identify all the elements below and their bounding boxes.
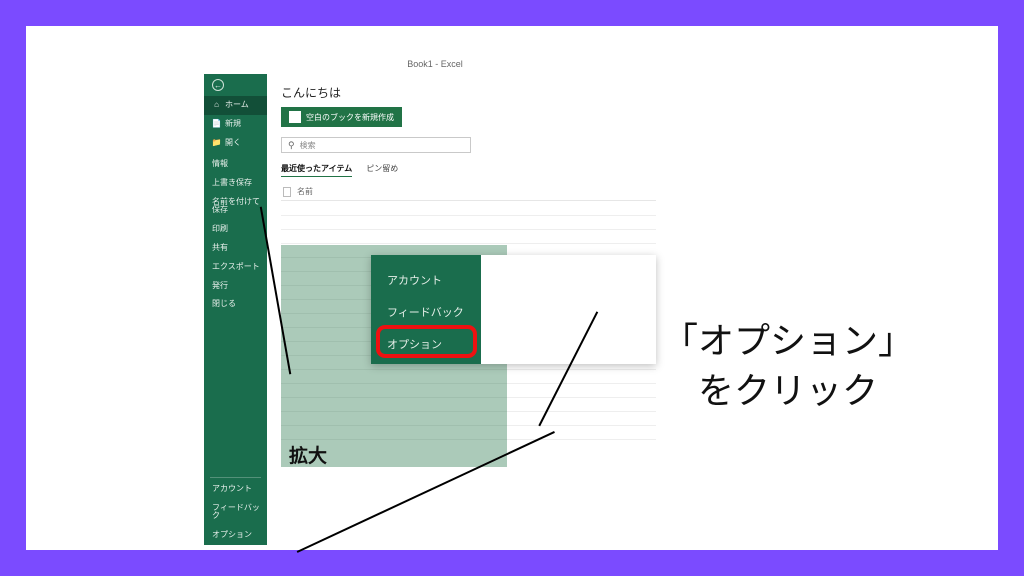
sidebar-item-share[interactable]: 共有 bbox=[204, 239, 267, 258]
folder-icon: 📁 bbox=[212, 139, 221, 148]
sidebar-label: 名前を付けて保存 bbox=[212, 198, 261, 216]
sidebar-label: 情報 bbox=[212, 160, 228, 169]
zoom-label: 拡大 bbox=[289, 441, 327, 468]
sidebar-item-save-as[interactable]: 名前を付けて保存 bbox=[204, 193, 267, 221]
sidebar-item-new[interactable]: 📄 新規 bbox=[204, 115, 267, 134]
sidebar-label: 発行 bbox=[212, 282, 228, 291]
window-title: Book1 - Excel bbox=[407, 59, 463, 69]
sidebar-label: 閉じる bbox=[212, 300, 236, 309]
sidebar-item-open[interactable]: 📁 開く bbox=[204, 134, 267, 153]
sidebar-label: ホーム bbox=[225, 101, 249, 110]
home-icon: ⌂ bbox=[212, 101, 221, 110]
sidebar-item-options[interactable]: オプション bbox=[204, 526, 267, 545]
title-bar: Book1 - Excel bbox=[204, 56, 666, 74]
list-item[interactable] bbox=[281, 202, 656, 216]
document-icon bbox=[283, 187, 291, 197]
sidebar-label: 上書き保存 bbox=[212, 179, 252, 188]
recent-tabs: 最近使ったアイテム ピン留め bbox=[281, 163, 656, 177]
annotation-text: 「オプション」 をクリック bbox=[662, 316, 914, 417]
sidebar-item-print[interactable]: 印刷 bbox=[204, 220, 267, 239]
new-blank-label: 空白のブックを新規作成 bbox=[306, 112, 394, 123]
tab-recent[interactable]: 最近使ったアイテム bbox=[281, 163, 352, 177]
popup-sidebar: アカウント フィードバック オプション bbox=[371, 255, 481, 364]
back-arrow-icon: ← bbox=[212, 79, 224, 91]
list-item[interactable] bbox=[281, 216, 656, 230]
sidebar-item-publish[interactable]: 発行 bbox=[204, 277, 267, 296]
sidebar-item-export[interactable]: エクスポート bbox=[204, 258, 267, 277]
sidebar-label: 共有 bbox=[212, 244, 228, 253]
popup-body bbox=[481, 255, 656, 364]
sidebar-label: 開く bbox=[225, 139, 241, 148]
search-placeholder: 検索 bbox=[300, 140, 316, 151]
sidebar-item-save[interactable]: 上書き保存 bbox=[204, 174, 267, 193]
list-header: 名前 bbox=[281, 183, 656, 201]
tutorial-frame: Book1 - Excel ← ⌂ ホーム 📄 新規 📁 開く 情報 上書き保存… bbox=[26, 26, 998, 550]
search-input[interactable]: ⚲ 検索 bbox=[281, 137, 471, 153]
sidebar-label: 新規 bbox=[225, 120, 241, 129]
sidebar-label: アカウント bbox=[212, 485, 252, 494]
tab-pinned[interactable]: ピン留め bbox=[366, 163, 398, 177]
search-icon: ⚲ bbox=[288, 140, 295, 151]
new-blank-button[interactable]: 空白のブックを新規作成 bbox=[281, 107, 402, 127]
new-icon: 📄 bbox=[212, 120, 221, 129]
sidebar-label: エクスポート bbox=[212, 263, 260, 272]
sidebar-label: フィードバック bbox=[212, 504, 261, 522]
sidebar-item-home[interactable]: ⌂ ホーム bbox=[204, 96, 267, 115]
sidebar-divider bbox=[210, 477, 261, 478]
sidebar-item-account[interactable]: アカウント bbox=[204, 480, 267, 499]
sidebar-item-close[interactable]: 閉じる bbox=[204, 295, 267, 314]
popup-item-options[interactable]: オプション bbox=[371, 328, 481, 360]
popup-item-account[interactable]: アカウント bbox=[371, 264, 481, 296]
sidebar-label: 印刷 bbox=[212, 225, 228, 234]
column-name: 名前 bbox=[297, 186, 313, 197]
annotation-line2: をクリック bbox=[662, 366, 914, 416]
sidebar-item-info[interactable]: 情報 bbox=[204, 155, 267, 174]
zoom-popup: アカウント フィードバック オプション bbox=[371, 255, 656, 364]
popup-item-feedback[interactable]: フィードバック bbox=[371, 296, 481, 328]
backstage-sidebar: ← ⌂ ホーム 📄 新規 📁 開く 情報 上書き保存 名前を付けて保存 印刷 共… bbox=[204, 74, 267, 545]
list-item[interactable] bbox=[281, 230, 656, 244]
sidebar-item-feedback[interactable]: フィードバック bbox=[204, 499, 267, 527]
back-button[interactable]: ← bbox=[204, 74, 267, 96]
blank-thumbnail-icon bbox=[289, 111, 301, 123]
annotation-line1: 「オプション」 bbox=[662, 316, 914, 366]
greeting-text: こんにちは bbox=[281, 84, 656, 101]
sidebar-label: オプション bbox=[212, 531, 252, 540]
